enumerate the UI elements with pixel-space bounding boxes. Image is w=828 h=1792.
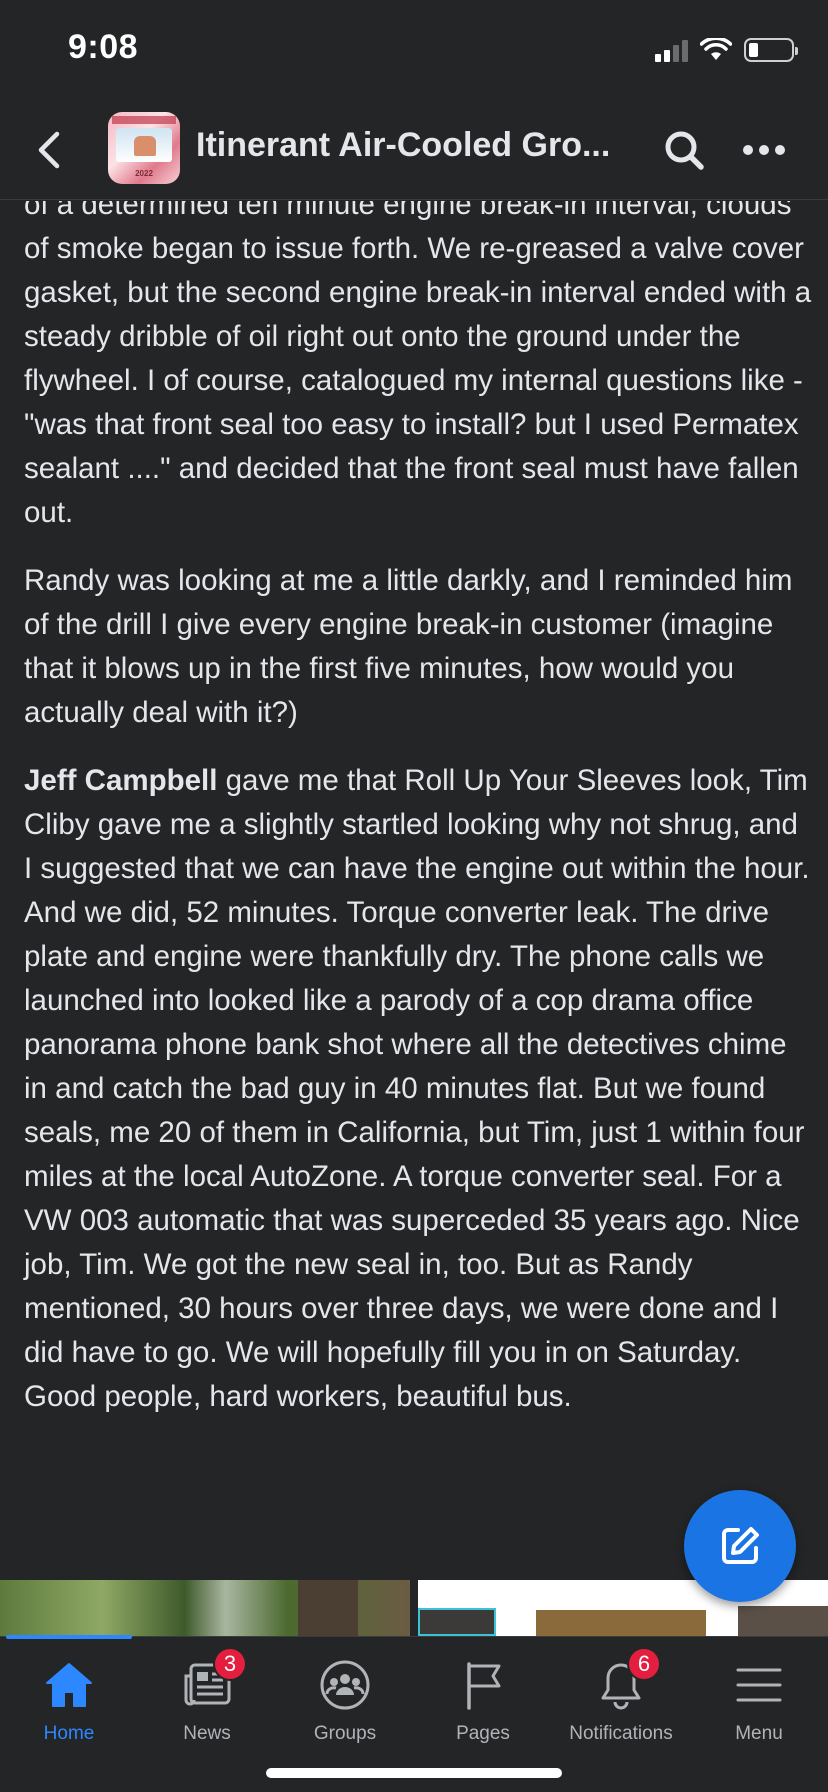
post-paragraph: Jeff Campbell gave me that Roll Up Your …: [24, 759, 814, 1419]
status-icons: [655, 34, 798, 66]
search-button[interactable]: [660, 124, 708, 176]
wifi-icon: [700, 38, 732, 60]
compose-button[interactable]: [684, 1490, 796, 1602]
nav-home[interactable]: Home: [0, 1637, 138, 1749]
nav-label: Groups: [313, 1723, 377, 1744]
screen: 9:08 2022 Itinerant Air-Cooled Gro... of…: [0, 0, 828, 1792]
nav-menu[interactable]: Menu: [690, 1637, 828, 1749]
group-header: 2022 Itinerant Air-Cooled Gro...: [0, 100, 828, 200]
group-title[interactable]: Itinerant Air-Cooled Gro...: [196, 126, 616, 165]
post-paragraph: Randy was looking at me a little darkly,…: [24, 564, 793, 729]
notifications-badge: 6: [627, 1647, 661, 1681]
nav-pages[interactable]: Pages: [414, 1637, 552, 1749]
cellular-signal-icon: [655, 38, 688, 62]
news-badge: 3: [213, 1647, 247, 1681]
nav-groups[interactable]: Groups: [276, 1637, 414, 1749]
nav-label: Pages: [456, 1723, 510, 1744]
nav-label: Home: [43, 1723, 95, 1744]
flag-icon: [467, 1662, 501, 1710]
back-button[interactable]: [26, 122, 72, 178]
search-icon: [665, 131, 704, 170]
more-dots-icon: [743, 145, 785, 155]
post-paragraph-text: gave me that Roll Up Your Sleeves look, …: [24, 764, 810, 1413]
battery-icon: [744, 38, 798, 62]
mention-link[interactable]: Jeff Campbell: [24, 764, 217, 797]
nav-news[interactable]: 3 News: [138, 1637, 276, 1749]
post-photo[interactable]: [0, 1580, 410, 1636]
nav-label: Menu: [735, 1723, 783, 1744]
status-bar: 9:08: [0, 0, 828, 100]
post-paragraph: of a determined ten minute engine break-…: [24, 201, 812, 529]
edit-icon: [722, 1527, 759, 1564]
group-avatar[interactable]: 2022: [108, 112, 180, 184]
home-icon: [46, 1663, 92, 1707]
more-options-button[interactable]: [736, 124, 792, 176]
nav-label: News: [183, 1723, 231, 1744]
avatar-year: 2022: [135, 169, 153, 178]
nav-notifications[interactable]: 6 Notifications: [552, 1637, 690, 1749]
status-time: 9:08: [68, 28, 139, 66]
menu-icon: [736, 1668, 782, 1702]
post-content: of a determined ten minute engine break-…: [0, 201, 828, 1578]
nav-label: Notifications: [569, 1723, 673, 1744]
groups-icon: [320, 1660, 370, 1710]
post-body: of a determined ten minute engine break-…: [24, 201, 814, 1443]
chevron-left-icon: [38, 131, 60, 169]
home-indicator[interactable]: [266, 1768, 562, 1778]
